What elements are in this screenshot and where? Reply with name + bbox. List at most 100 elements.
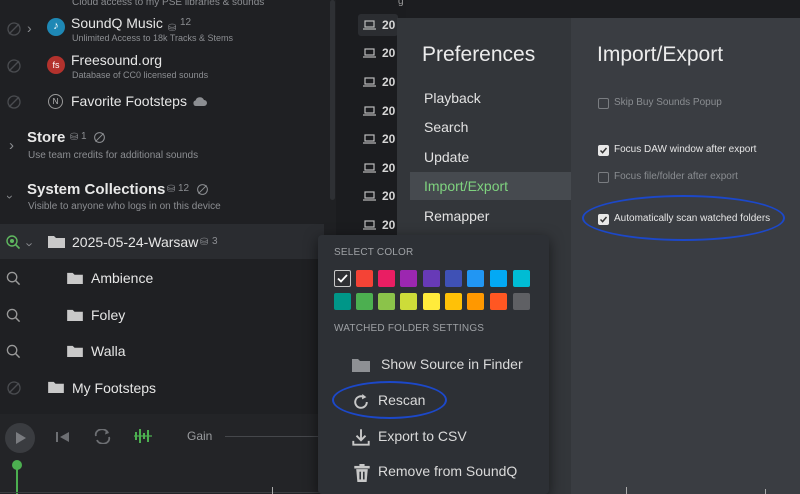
list-item-text: 20 xyxy=(382,18,396,32)
laptop-icon xyxy=(363,134,376,144)
db-icon: ⛁ xyxy=(70,132,79,143)
color-swatch[interactable] xyxy=(490,270,507,287)
nav-remapper[interactable]: Remapper xyxy=(410,202,571,230)
skip-back-icon[interactable] xyxy=(55,431,71,443)
gain-label: Gain xyxy=(187,429,213,443)
gain-slider[interactable] xyxy=(225,436,320,437)
color-swatch[interactable] xyxy=(400,270,417,287)
folder-warsaw-count: 3 xyxy=(212,236,218,247)
chevron-down-icon[interactable]: › xyxy=(3,195,17,199)
list-item[interactable]: 20 xyxy=(358,42,398,64)
list-item[interactable]: 20 xyxy=(358,157,398,179)
search-icon[interactable] xyxy=(6,344,21,359)
skip-buy-popup-checkbox[interactable] xyxy=(598,98,609,109)
list-item-text: 20 xyxy=(382,189,396,203)
list-item-text: 20 xyxy=(382,46,396,60)
color-swatch[interactable] xyxy=(423,270,440,287)
cloud-download-icon xyxy=(193,97,207,106)
check-icon xyxy=(337,274,348,283)
color-swatch[interactable] xyxy=(356,270,373,287)
list-item-text: 20 xyxy=(382,161,396,175)
soundq-music-desc: Unlimited Access to 18k Tracks & Stems xyxy=(72,33,234,43)
search-icon[interactable] xyxy=(6,308,21,323)
color-swatch[interactable] xyxy=(467,270,484,287)
favorite-footsteps-title[interactable]: Favorite Footsteps xyxy=(71,93,187,109)
color-swatch[interactable] xyxy=(334,293,351,310)
eye-off-icon[interactable] xyxy=(6,58,22,74)
focus-file-checkbox[interactable] xyxy=(598,172,609,183)
list-item[interactable]: 20 xyxy=(358,214,398,236)
color-swatch[interactable] xyxy=(378,293,395,310)
chevron-right-icon[interactable]: › xyxy=(27,20,32,36)
db-icon: ⛁ xyxy=(200,237,209,248)
color-swatch[interactable] xyxy=(513,293,530,310)
list-item[interactable]: 20 xyxy=(358,71,398,93)
laptop-icon xyxy=(363,191,376,201)
section-title: Import/Export xyxy=(597,43,724,66)
color-swatch[interactable] xyxy=(400,293,417,310)
focus-daw-checkbox[interactable] xyxy=(598,145,609,156)
folder-my-footsteps-label[interactable]: My Footsteps xyxy=(72,380,156,396)
list-item[interactable]: 20 xyxy=(358,100,398,122)
export-to-csv-item[interactable]: Export to CSV xyxy=(378,428,467,444)
sidebar-scrollbar[interactable] xyxy=(330,0,335,200)
list-item-text: 20 xyxy=(382,75,396,89)
laptop-icon xyxy=(363,220,376,230)
nav-import-export[interactable]: Import/Export xyxy=(410,172,571,200)
store-desc: Use team credits for additional sounds xyxy=(28,150,199,161)
list-item[interactable]: 20 xyxy=(358,14,398,36)
nav-search[interactable]: Search xyxy=(410,113,571,141)
folder-foley-label[interactable]: Foley xyxy=(91,307,125,323)
laptop-icon xyxy=(363,20,376,30)
laptop-icon xyxy=(363,106,376,116)
color-swatch[interactable] xyxy=(445,293,462,310)
eye-off-icon[interactable] xyxy=(6,94,22,110)
system-count: 12 xyxy=(178,183,190,194)
laptop-icon xyxy=(363,77,376,87)
eye-off-icon[interactable] xyxy=(6,21,22,37)
loop-icon[interactable] xyxy=(94,429,111,444)
freesound-title[interactable]: Freesound.org xyxy=(71,52,162,68)
eye-off-icon[interactable] xyxy=(6,380,22,396)
chevron-right-icon[interactable]: › xyxy=(9,137,14,154)
color-swatch[interactable] xyxy=(423,293,440,310)
nav-playback[interactable]: Playback xyxy=(410,84,571,112)
waveform-icon[interactable] xyxy=(134,428,152,444)
system-collections-title[interactable]: System Collections xyxy=(27,181,165,198)
timeline-track xyxy=(0,492,336,493)
list-item-text: 20 xyxy=(382,104,396,118)
list-item[interactable]: 20 xyxy=(358,185,398,207)
play-icon xyxy=(16,432,26,444)
show-source-in-finder-item[interactable]: Show Source in Finder xyxy=(381,356,523,372)
remove-from-soundq-item[interactable]: Remove from SoundQ xyxy=(378,463,517,479)
download-icon xyxy=(352,429,370,446)
waveform-tick xyxy=(765,489,766,494)
chevron-down-icon[interactable]: › xyxy=(23,242,38,246)
eye-off-icon[interactable] xyxy=(196,183,209,196)
nav-update[interactable]: Update xyxy=(410,143,571,171)
system-desc: Visible to anyone who logs in on this de… xyxy=(28,201,221,212)
store-title[interactable]: Store xyxy=(27,129,65,146)
folder-walla-label[interactable]: Walla xyxy=(91,343,126,359)
music-note-icon: ♪ xyxy=(47,18,65,36)
eye-off-icon[interactable] xyxy=(93,131,106,144)
color-swatch[interactable] xyxy=(356,293,373,310)
preferences-heading: Preferences xyxy=(422,43,536,66)
color-swatch-selected[interactable] xyxy=(334,270,351,287)
search-watch-icon[interactable] xyxy=(5,234,21,250)
search-icon[interactable] xyxy=(6,271,21,286)
list-item[interactable]: 20 xyxy=(358,128,398,150)
focus-daw-label: Focus DAW window after export xyxy=(614,144,757,155)
watched-folder-settings-label: WATCHED FOLDER SETTINGS xyxy=(334,323,485,334)
folder-warsaw-label[interactable]: 2025-05-24-Warsaw xyxy=(72,234,198,250)
color-swatch[interactable] xyxy=(490,293,507,310)
color-swatch[interactable] xyxy=(467,293,484,310)
playhead-handle[interactable] xyxy=(12,460,22,470)
soundq-music-title[interactable]: SoundQ Music xyxy=(71,15,163,31)
folder-ambience-label[interactable]: Ambience xyxy=(91,270,153,286)
color-swatch[interactable] xyxy=(445,270,462,287)
color-swatch[interactable] xyxy=(378,270,395,287)
color-swatch[interactable] xyxy=(513,270,530,287)
list-item-text: 20 xyxy=(382,218,396,232)
play-button[interactable] xyxy=(5,423,35,453)
